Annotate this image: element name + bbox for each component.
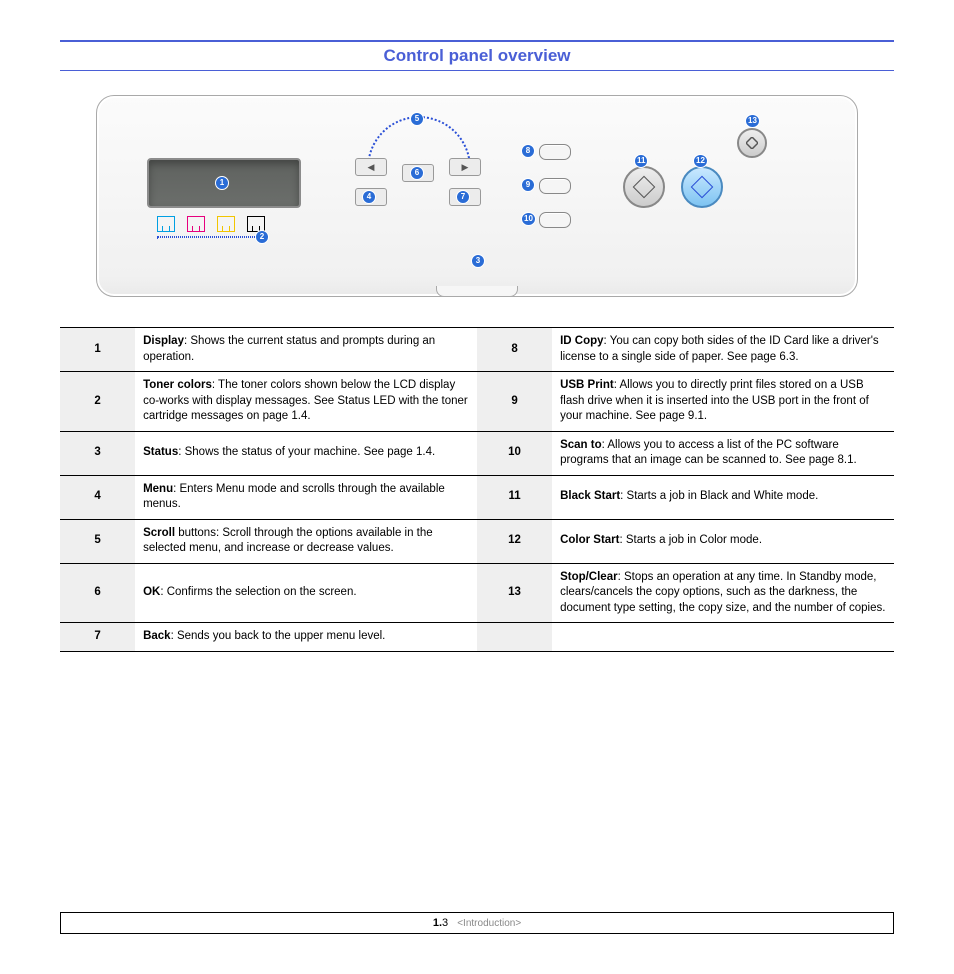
callout-term: Toner colors [143,379,212,391]
callout-desc-cell: Scan to: Allows you to access a list of … [552,431,894,475]
callout-table: 1Display: Shows the current status and p… [60,327,894,652]
callout-desc-cell: Black Start: Starts a job in Black and W… [552,475,894,519]
section-title: Control panel overview [60,46,894,66]
callout-number-cell: 2 [60,372,135,432]
callout-desc-cell: Status: Shows the status of your machine… [135,431,477,475]
id-copy-button [539,144,571,160]
callout-7: 7 [456,190,470,204]
callout-6: 6 [410,166,424,180]
callout-term: ID Copy [560,335,603,347]
callout-desc-cell: USB Print: Allows you to directly print … [552,372,894,432]
callout-12: 12 [693,154,708,168]
callout-term: Menu [143,483,173,495]
callout-desc-cell: Color Start: Starts a job in Color mode. [552,519,894,563]
callout-number-cell: 13 [477,563,552,623]
callout-term: Scroll [143,527,175,539]
callout-desc-cell: Menu: Enters Menu mode and scrolls throu… [135,475,477,519]
callout-number-cell: 7 [60,623,135,652]
toner-color-indicators [157,216,265,232]
callout-number-cell: 11 [477,475,552,519]
callout-number-cell: 10 [477,431,552,475]
scroll-left-button: ◀ [355,158,387,176]
callout-number-cell: 12 [477,519,552,563]
callout-term: Stop/Clear [560,571,618,583]
usb-print-button [539,178,571,194]
callout-number-cell: 3 [60,431,135,475]
table-row: 4Menu: Enters Menu mode and scrolls thro… [60,475,894,519]
scroll-right-button: ▶ [449,158,481,176]
footer-section: <Introduction> [457,918,521,929]
stop-clear-button [737,128,767,158]
callout-term: Scan to [560,439,602,451]
callout-term: USB Print [560,379,614,391]
callout-number-cell: 9 [477,372,552,432]
callout-number-cell: 5 [60,519,135,563]
diamond-icon [691,176,714,199]
footer-page-major: 1. [433,917,442,929]
callout-9: 9 [521,178,535,192]
stop-icon [746,137,758,149]
table-row: 1Display: Shows the current status and p… [60,328,894,372]
table-row: 2Toner colors: The toner colors shown be… [60,372,894,432]
toner-cyan-icon [157,216,175,232]
toner-yellow-icon [217,216,235,232]
callout-term: Back [143,630,171,642]
black-start-button [623,166,665,208]
table-row: 5Scroll buttons: Scroll through the opti… [60,519,894,563]
callout-desc-cell: OK: Confirms the selection on the screen… [135,563,477,623]
callout-desc-cell: Stop/Clear: Stops an operation at any ti… [552,563,894,623]
table-row: 3Status: Shows the status of your machin… [60,431,894,475]
diamond-icon [633,176,656,199]
scan-to-button [539,212,571,228]
callout-desc-cell: Back: Sends you back to the upper menu l… [135,623,477,652]
table-row: 7Back: Sends you back to the upper menu … [60,623,894,652]
callout-desc-cell: Toner colors: The toner colors shown bel… [135,372,477,432]
control-panel-diagram: 1 2 3 ◀ ▶ 4 5 6 7 8 9 10 [60,95,894,297]
callout-term: Black Start [560,490,620,502]
callout-5: 5 [410,112,424,126]
page-footer: 1.3 <Introduction> [60,912,894,934]
callout-term: Display [143,335,184,347]
callout-term: Color Start [560,534,619,546]
control-panel-body: 1 2 3 ◀ ▶ 4 5 6 7 8 9 10 [96,95,858,297]
callout-desc-cell: ID Copy: You can copy both sides of the … [552,328,894,372]
toner-magenta-icon [187,216,205,232]
callout-desc-cell [552,623,894,652]
color-start-button [681,166,723,208]
callout-desc-cell: Display: Shows the current status and pr… [135,328,477,372]
callout-number-cell: 1 [60,328,135,372]
callout-10: 10 [521,212,536,226]
callout-number-cell: 4 [60,475,135,519]
callout-8: 8 [521,144,535,158]
callout-term: Status [143,446,178,458]
callout-number-cell [477,623,552,652]
callout-desc-cell: Scroll buttons: Scroll through the optio… [135,519,477,563]
callout-13: 13 [745,114,760,128]
page-footer-wrap: 1.3 <Introduction> [60,912,894,934]
callout-number-cell: 6 [60,563,135,623]
callout-4: 4 [362,190,376,204]
callout-3: 3 [471,254,485,268]
callout-number-cell: 8 [477,328,552,372]
table-row: 6OK: Confirms the selection on the scree… [60,563,894,623]
callout-term: OK [143,586,160,598]
callout-2: 2 [255,230,269,244]
section-title-bar: Control panel overview [60,40,894,71]
callout-2-line [157,236,261,238]
panel-notch [436,286,518,297]
callout-1: 1 [215,176,229,190]
footer-page-minor: 3 [442,917,448,929]
